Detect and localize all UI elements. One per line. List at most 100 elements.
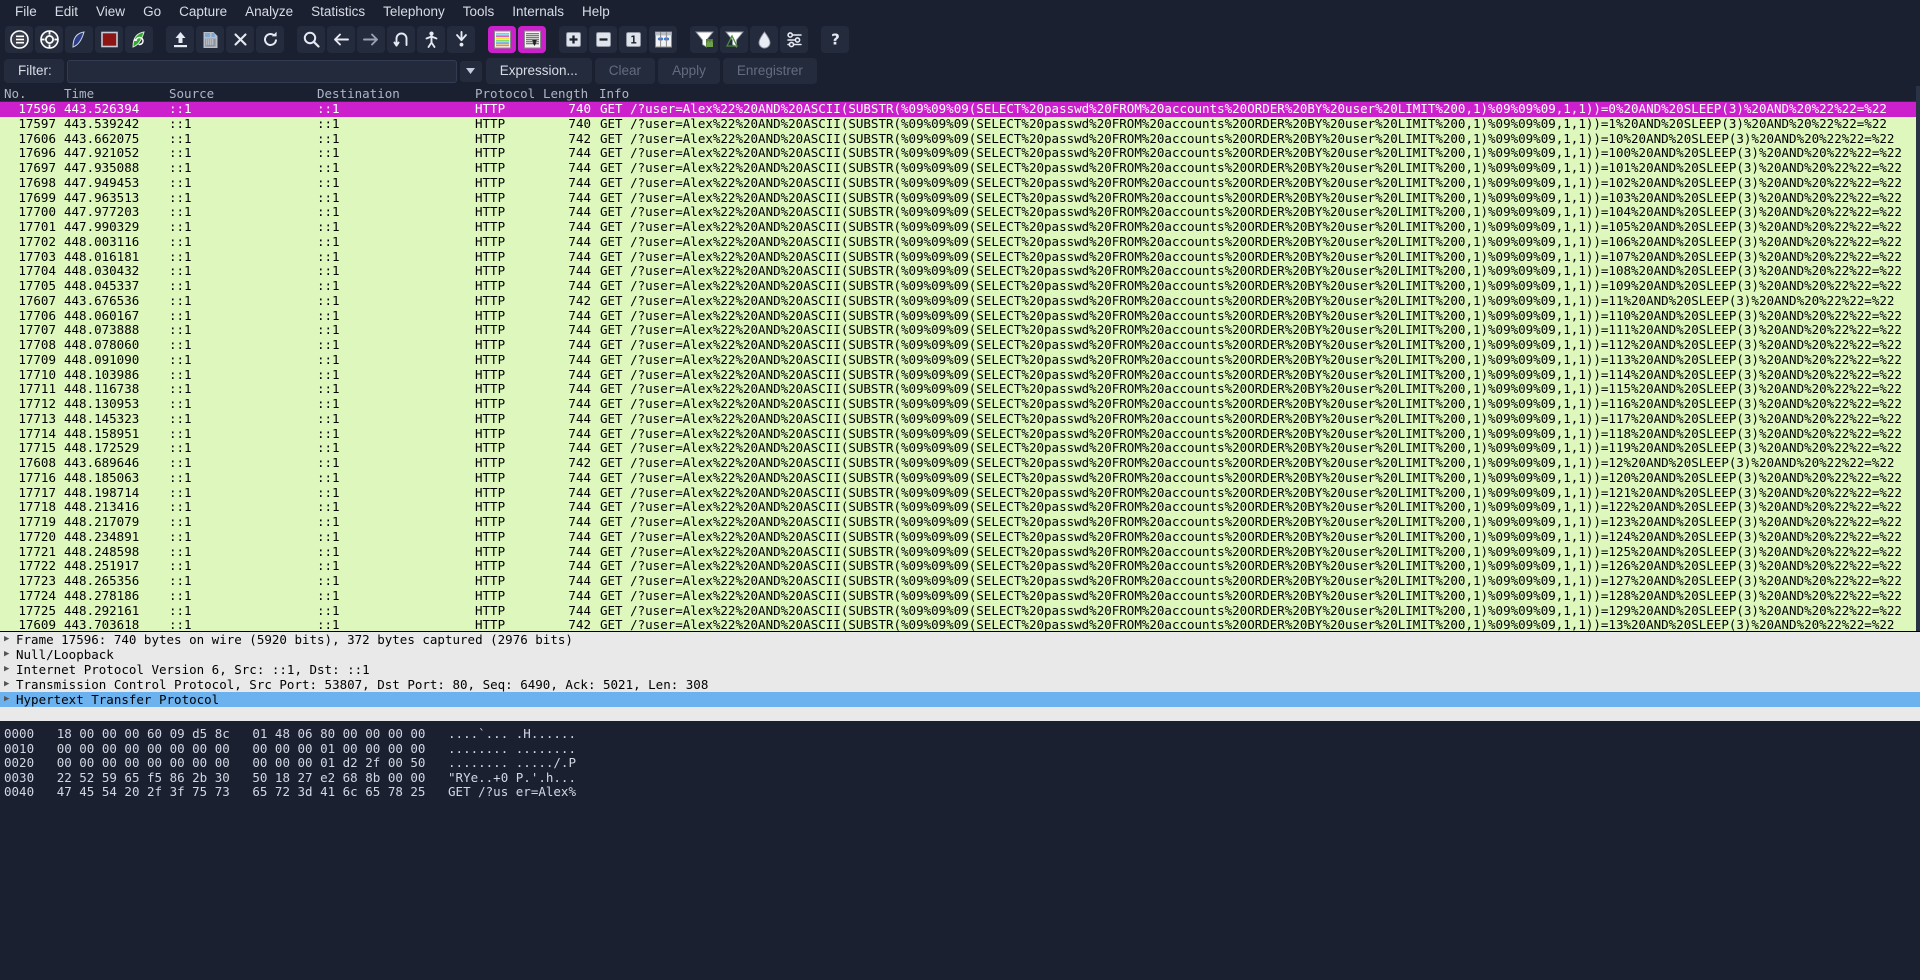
menu-item-analyze[interactable]: Analyze <box>236 2 302 21</box>
column-header-protocol[interactable]: Protocol <box>471 86 539 101</box>
apply-filter-button[interactable]: Apply <box>658 58 720 84</box>
packet-row[interactable]: 17597443.539242::1::1HTTP740GET /?user=A… <box>0 117 1920 132</box>
menu-item-statistics[interactable]: Statistics <box>302 2 374 21</box>
filter-input[interactable] <box>68 64 456 79</box>
menu-item-telephony[interactable]: Telephony <box>374 2 454 21</box>
packet-row[interactable]: 17715448.172529::1::1HTTP744GET /?user=A… <box>0 441 1920 456</box>
packet-row[interactable]: 17704448.030432::1::1HTTP744GET /?user=A… <box>0 264 1920 279</box>
expand-triangle-icon[interactable]: ▶ <box>4 647 16 662</box>
column-header-source[interactable]: Source <box>165 86 313 101</box>
expression-button[interactable]: Expression... <box>486 58 592 84</box>
packet-row[interactable]: 17723448.265356::1::1HTTP744GET /?user=A… <box>0 574 1920 589</box>
go-to-packet-icon[interactable] <box>387 26 415 53</box>
packet-row[interactable]: 17608443.689646::1::1HTTP742GET /?user=A… <box>0 456 1920 471</box>
help-icon[interactable]: ? <box>821 26 849 53</box>
packet-row[interactable]: 17696447.921052::1::1HTTP744GET /?user=A… <box>0 146 1920 161</box>
coloring-rules-icon[interactable] <box>750 26 778 53</box>
packet-row[interactable]: 17699447.963513::1::1HTTP744GET /?user=A… <box>0 191 1920 206</box>
packet-row[interactable]: 17714448.158951::1::1HTTP744GET /?user=A… <box>0 427 1920 442</box>
packet-row[interactable]: 17720448.234891::1::1HTTP744GET /?user=A… <box>0 530 1920 545</box>
expand-triangle-icon[interactable]: ▶ <box>4 632 16 647</box>
hex-dump-row[interactable]: 0010 00 00 00 00 00 00 00 00 00 00 00 01… <box>0 742 1920 757</box>
packet-row[interactable]: 17711448.116738::1::1HTTP744GET /?user=A… <box>0 382 1920 397</box>
menu-item-tools[interactable]: Tools <box>454 2 504 21</box>
clear-filter-button[interactable]: Clear <box>595 58 655 84</box>
packet-row[interactable]: 17713448.145323::1::1HTTP744GET /?user=A… <box>0 412 1920 427</box>
packet-row[interactable]: 17719448.217079::1::1HTTP744GET /?user=A… <box>0 515 1920 530</box>
open-file-icon[interactable] <box>166 26 194 53</box>
packet-row[interactable]: 17709448.091090::1::1HTTP744GET /?user=A… <box>0 353 1920 368</box>
save-filter-button[interactable]: Enregistrer <box>723 58 817 84</box>
capture-filters-icon[interactable] <box>690 26 718 53</box>
packet-list-scrollbar[interactable] <box>1916 86 1920 631</box>
hex-dump-row[interactable]: 0020 00 00 00 00 00 00 00 00 00 00 00 01… <box>0 756 1920 771</box>
menu-item-internals[interactable]: Internals <box>503 2 573 21</box>
packet-row[interactable]: 17716448.185063::1::1HTTP744GET /?user=A… <box>0 471 1920 486</box>
zoom-reset-icon[interactable]: 1 <box>619 26 647 53</box>
go-forward-icon[interactable] <box>357 26 385 53</box>
menu-item-edit[interactable]: Edit <box>46 2 87 21</box>
packet-row[interactable]: 17700447.977203::1::1HTTP744GET /?user=A… <box>0 205 1920 220</box>
packet-row[interactable]: 17706448.060167::1::1HTTP744GET /?user=A… <box>0 309 1920 324</box>
zoom-in-icon[interactable] <box>559 26 587 53</box>
packet-row[interactable]: 17717448.198714::1::1HTTP744GET /?user=A… <box>0 486 1920 501</box>
packet-row[interactable]: 17705448.045337::1::1HTTP744GET /?user=A… <box>0 279 1920 294</box>
packet-row[interactable]: 17698447.949453::1::1HTTP744GET /?user=A… <box>0 176 1920 191</box>
auto-scroll-icon[interactable] <box>518 26 546 53</box>
restart-capture-icon[interactable] <box>125 26 153 53</box>
detail-tree-row[interactable]: ▶Hypertext Transfer Protocol <box>0 692 1920 707</box>
packet-list-body[interactable]: 17596443.526394::1::1HTTP740GET /?user=A… <box>0 102 1920 631</box>
menu-item-help[interactable]: Help <box>573 2 619 21</box>
capture-options-icon[interactable] <box>35 26 63 53</box>
detail-tree-row[interactable]: ▶Frame 17596: 740 bytes on wire (5920 bi… <box>0 632 1920 647</box>
column-header-no[interactable]: No. <box>0 86 60 101</box>
go-to-first-icon[interactable] <box>417 26 445 53</box>
menu-item-file[interactable]: File <box>6 2 46 21</box>
packet-row[interactable]: 17708448.078060::1::1HTTP744GET /?user=A… <box>0 338 1920 353</box>
packet-row[interactable]: 17607443.676536::1::1HTTP742GET /?user=A… <box>0 294 1920 309</box>
packet-row[interactable]: 17718448.213416::1::1HTTP744GET /?user=A… <box>0 500 1920 515</box>
packet-bytes-pane[interactable]: 0000 18 00 00 00 60 09 d5 8c 01 48 06 80… <box>0 721 1920 980</box>
detail-tree-row[interactable]: ▶Null/Loopback <box>0 647 1920 662</box>
packet-row[interactable]: 17606443.662075::1::1HTTP742GET /?user=A… <box>0 132 1920 147</box>
packet-row[interactable]: 17596443.526394::1::1HTTP740GET /?user=A… <box>0 102 1920 117</box>
reload-file-icon[interactable] <box>256 26 284 53</box>
packet-row[interactable]: 17701447.990329::1::1HTTP744GET /?user=A… <box>0 220 1920 235</box>
packet-row[interactable]: 17697447.935088::1::1HTTP744GET /?user=A… <box>0 161 1920 176</box>
hex-dump-row[interactable]: 0040 47 45 54 20 2f 3f 75 73 65 72 3d 41… <box>0 785 1920 800</box>
detail-tree-row[interactable]: ▶Transmission Control Protocol, Src Port… <box>0 677 1920 692</box>
packet-details-pane[interactable]: ▶Frame 17596: 740 bytes on wire (5920 bi… <box>0 631 1920 721</box>
column-header-destination[interactable]: Destination <box>313 86 471 101</box>
display-filters-icon[interactable] <box>720 26 748 53</box>
packet-row[interactable]: 17707448.073888::1::1HTTP744GET /?user=A… <box>0 323 1920 338</box>
colorize-packets-icon[interactable] <box>488 26 516 53</box>
packet-row[interactable]: 17721448.248598::1::1HTTP744GET /?user=A… <box>0 545 1920 560</box>
packet-row[interactable]: 17710448.103986::1::1HTTP744GET /?user=A… <box>0 368 1920 383</box>
menu-item-capture[interactable]: Capture <box>170 2 236 21</box>
close-file-icon[interactable] <box>226 26 254 53</box>
packet-row[interactable]: 17609443.703618::1::1HTTP742GET /?user=A… <box>0 618 1920 631</box>
menu-item-view[interactable]: View <box>87 2 134 21</box>
packet-row[interactable]: 17722448.251917::1::1HTTP744GET /?user=A… <box>0 559 1920 574</box>
packet-row[interactable]: 17712448.130953::1::1HTTP744GET /?user=A… <box>0 397 1920 412</box>
filter-label[interactable]: Filter: <box>4 59 64 83</box>
packet-row[interactable]: 17724448.278186::1::1HTTP744GET /?user=A… <box>0 589 1920 604</box>
packet-list-pane[interactable]: No. Time Source Destination Protocol Len… <box>0 86 1920 631</box>
menu-item-go[interactable]: Go <box>134 2 170 21</box>
packet-row[interactable]: 17725448.292161::1::1HTTP744GET /?user=A… <box>0 604 1920 619</box>
find-packet-icon[interactable] <box>297 26 325 53</box>
zoom-out-icon[interactable] <box>589 26 617 53</box>
save-file-icon[interactable] <box>196 26 224 53</box>
start-capture-icon[interactable] <box>65 26 93 53</box>
column-header-info[interactable]: Info <box>595 86 1920 101</box>
interface-list-icon[interactable] <box>5 26 33 53</box>
packet-row[interactable]: 17702448.003116::1::1HTTP744GET /?user=A… <box>0 235 1920 250</box>
column-header-length[interactable]: Length <box>539 86 595 101</box>
stop-capture-icon[interactable] <box>95 26 123 53</box>
expand-triangle-icon[interactable]: ▶ <box>4 662 16 677</box>
resize-columns-icon[interactable] <box>649 26 677 53</box>
packet-row[interactable]: 17703448.016181::1::1HTTP744GET /?user=A… <box>0 250 1920 265</box>
expand-triangle-icon[interactable]: ▶ <box>4 692 16 707</box>
preferences-icon[interactable] <box>780 26 808 53</box>
packet-list-header[interactable]: No. Time Source Destination Protocol Len… <box>0 86 1920 102</box>
